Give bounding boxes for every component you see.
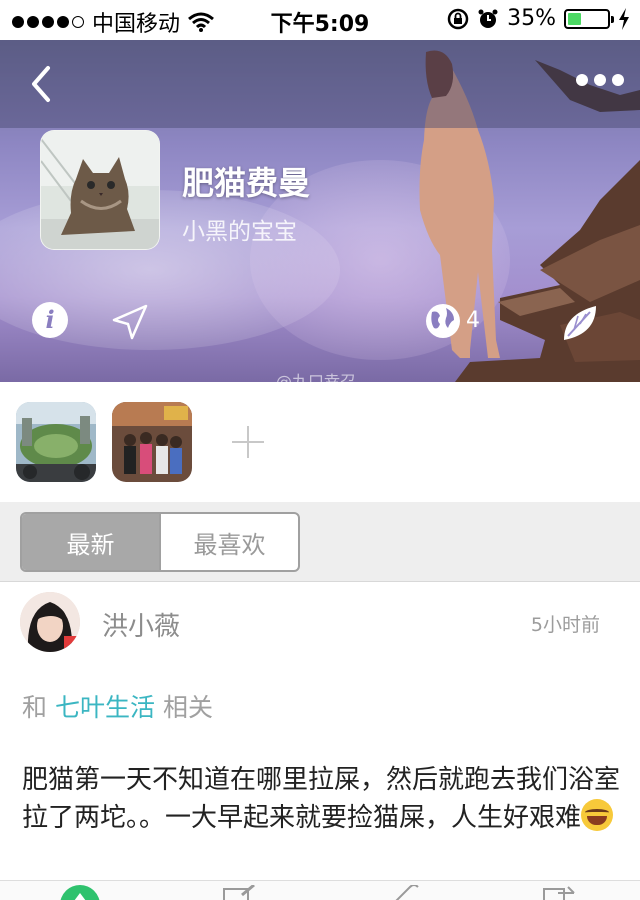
post-card: 洪小薇 5小时前 和 七叶生活 相关 肥猫第一天不知道在哪里拉屎，然后就跑去我们… — [0, 582, 640, 882]
charging-bolt-icon — [619, 7, 629, 30]
location-count: 4 — [466, 308, 480, 333]
profile-title: 肥猫费曼 — [182, 164, 311, 202]
tab-latest[interactable]: 最新 — [22, 514, 159, 570]
post-body: 肥猫第一天不知道在哪里拉屎，然后就跑去我们浴室拉了两坨。。一大早起来就要捡猫屎，… — [22, 765, 621, 833]
post-text: 肥猫第一天不知道在哪里拉屎，然后就跑去我们浴室拉了两坨。。一大早起来就要捡猫屎，… — [22, 762, 626, 837]
battery-icon — [564, 8, 614, 29]
bottom-tab-bar — [0, 880, 640, 900]
user-photo — [20, 592, 80, 652]
share-tab-icon[interactable] — [540, 885, 580, 900]
more-icon[interactable] — [576, 74, 624, 86]
sort-segmented-control: 最新 最喜欢 — [20, 512, 300, 572]
related-suffix: 相关 — [162, 693, 213, 722]
status-right: 35% — [447, 6, 630, 31]
orientation-lock-icon — [447, 8, 469, 29]
battery-percent: 35% — [507, 6, 556, 31]
leaf-icon[interactable] — [560, 304, 600, 342]
post-time: 5小时前 — [530, 614, 600, 636]
profile-avatar[interactable] — [40, 130, 160, 250]
cat-photo — [41, 131, 159, 249]
globe-icon[interactable] — [424, 302, 462, 340]
back-icon[interactable] — [22, 60, 62, 108]
photo-garden — [16, 402, 96, 482]
related-tag-link[interactable]: 七叶生活 — [55, 693, 155, 722]
photo-thumbnail[interactable] — [112, 402, 192, 482]
related-prefix: 和 — [22, 693, 48, 722]
info-icon[interactable]: i — [32, 302, 68, 338]
photo-strip — [0, 382, 640, 502]
photo-thumbnail[interactable] — [16, 402, 96, 482]
watermark: @九口幸召 — [276, 372, 357, 382]
screen: 中国移动 下午5:09 35% 肥猫费曼 小黑的宝宝 i 4 @九口幸召 最新 … — [0, 0, 640, 900]
crying-laughing-emoji — [581, 799, 614, 831]
avatar[interactable] — [20, 592, 80, 652]
plus-icon[interactable] — [228, 422, 268, 462]
edit-tab-icon[interactable] — [220, 885, 260, 900]
nav-bar — [0, 40, 640, 128]
photo-group — [112, 402, 192, 482]
profile-subtitle: 小黑的宝宝 — [182, 219, 297, 245]
home-tab-icon[interactable] — [60, 885, 100, 900]
battery-fill — [568, 12, 582, 25]
related-line: 和 七叶生活 相关 — [22, 688, 213, 724]
tab-favorite[interactable]: 最喜欢 — [159, 514, 298, 570]
alarm-icon — [478, 9, 498, 28]
location-arrow-icon[interactable] — [110, 302, 150, 342]
segment-bar: 最新 最喜欢 — [0, 502, 640, 582]
profile-header: 肥猫费曼 小黑的宝宝 i 4 @九口幸召 — [0, 40, 640, 382]
status-bar: 中国移动 下午5:09 35% — [0, 0, 640, 40]
attachment-tab-icon[interactable] — [384, 885, 424, 900]
post-username[interactable]: 洪小薇 — [102, 606, 180, 643]
